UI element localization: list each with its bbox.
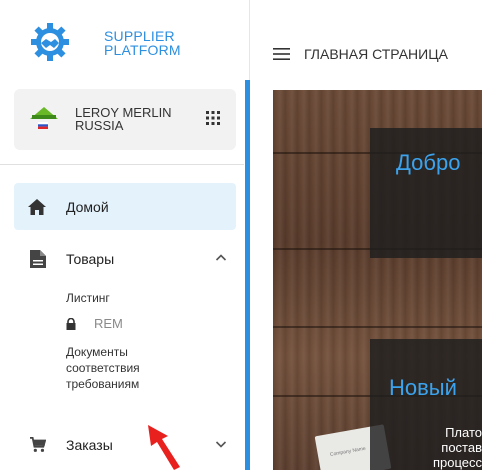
- gear-handshake-logo-icon[interactable]: [30, 22, 70, 62]
- compliance-docs-line-1: Документы: [66, 345, 128, 359]
- organization-switcher[interactable]: LEROY MERLIN RUSSIA: [14, 89, 236, 150]
- sidebar-item-home[interactable]: Домой: [14, 183, 236, 230]
- news-description-line-3: процесс: [432, 455, 482, 470]
- sidebar-item-home-label: Домой: [66, 199, 109, 215]
- lock-icon: [66, 318, 76, 330]
- sidebar-item-orders-label: Заказы: [66, 437, 113, 453]
- leroy-merlin-logo-icon: [30, 107, 58, 129]
- top-bar: ГЛАВНАЯ СТРАНИЦА: [251, 0, 482, 88]
- wood-plank-seam: [273, 326, 482, 328]
- paper-label: Company Name: [329, 445, 367, 458]
- pointer-arrow-icon: [148, 425, 180, 470]
- brand-line-2: PLATFORM: [104, 42, 181, 58]
- news-heading: Новый: [389, 375, 457, 400]
- organization-name: LEROY MERLIN RUSSIA: [75, 106, 172, 132]
- news-description-line-2: постав: [441, 440, 482, 455]
- chevron-up-icon[interactable]: [215, 252, 227, 264]
- home-icon: [28, 199, 46, 215]
- hamburger-icon[interactable]: [273, 48, 290, 60]
- news-description-line-1: Плато: [445, 425, 482, 440]
- apps-grid-icon[interactable]: [206, 111, 220, 125]
- brand-name: SUPPLIER PLATFORM: [104, 29, 181, 57]
- chevron-down-icon[interactable]: [215, 438, 227, 450]
- brand-line-1: SUPPLIER: [104, 28, 175, 44]
- welcome-card: Добро: [370, 128, 482, 258]
- sidebar-item-orders[interactable]: Заказы: [14, 430, 236, 460]
- hero-banner: Добро Company Name Новый Плато постав пр…: [273, 90, 482, 470]
- compliance-docs-line-2: соответствия: [66, 361, 140, 375]
- sidebar-subitem-listing[interactable]: Листинг: [66, 290, 110, 306]
- document-icon: [30, 250, 46, 268]
- welcome-heading: Добро: [396, 150, 461, 175]
- sidebar-subitem-rem-label: REM: [94, 316, 123, 331]
- sidebar-item-goods[interactable]: Товары: [14, 244, 236, 274]
- sidebar-scrollbar[interactable]: [245, 80, 250, 470]
- cart-icon: [30, 437, 46, 452]
- org-line-2: RUSSIA: [75, 118, 124, 133]
- sidebar-subitem-compliance-docs[interactable]: Документы соответствия требованиям: [66, 344, 140, 392]
- sidebar-divider: [0, 164, 244, 165]
- page-title: ГЛАВНАЯ СТРАНИЦА: [304, 46, 448, 62]
- compliance-docs-line-3: требованиям: [66, 377, 140, 391]
- sidebar-item-goods-label: Товары: [66, 251, 115, 267]
- sidebar: SUPPLIER PLATFORM LEROY MERLIN RUSSIA До…: [0, 0, 250, 470]
- news-description: Плато постав процесс: [372, 425, 482, 470]
